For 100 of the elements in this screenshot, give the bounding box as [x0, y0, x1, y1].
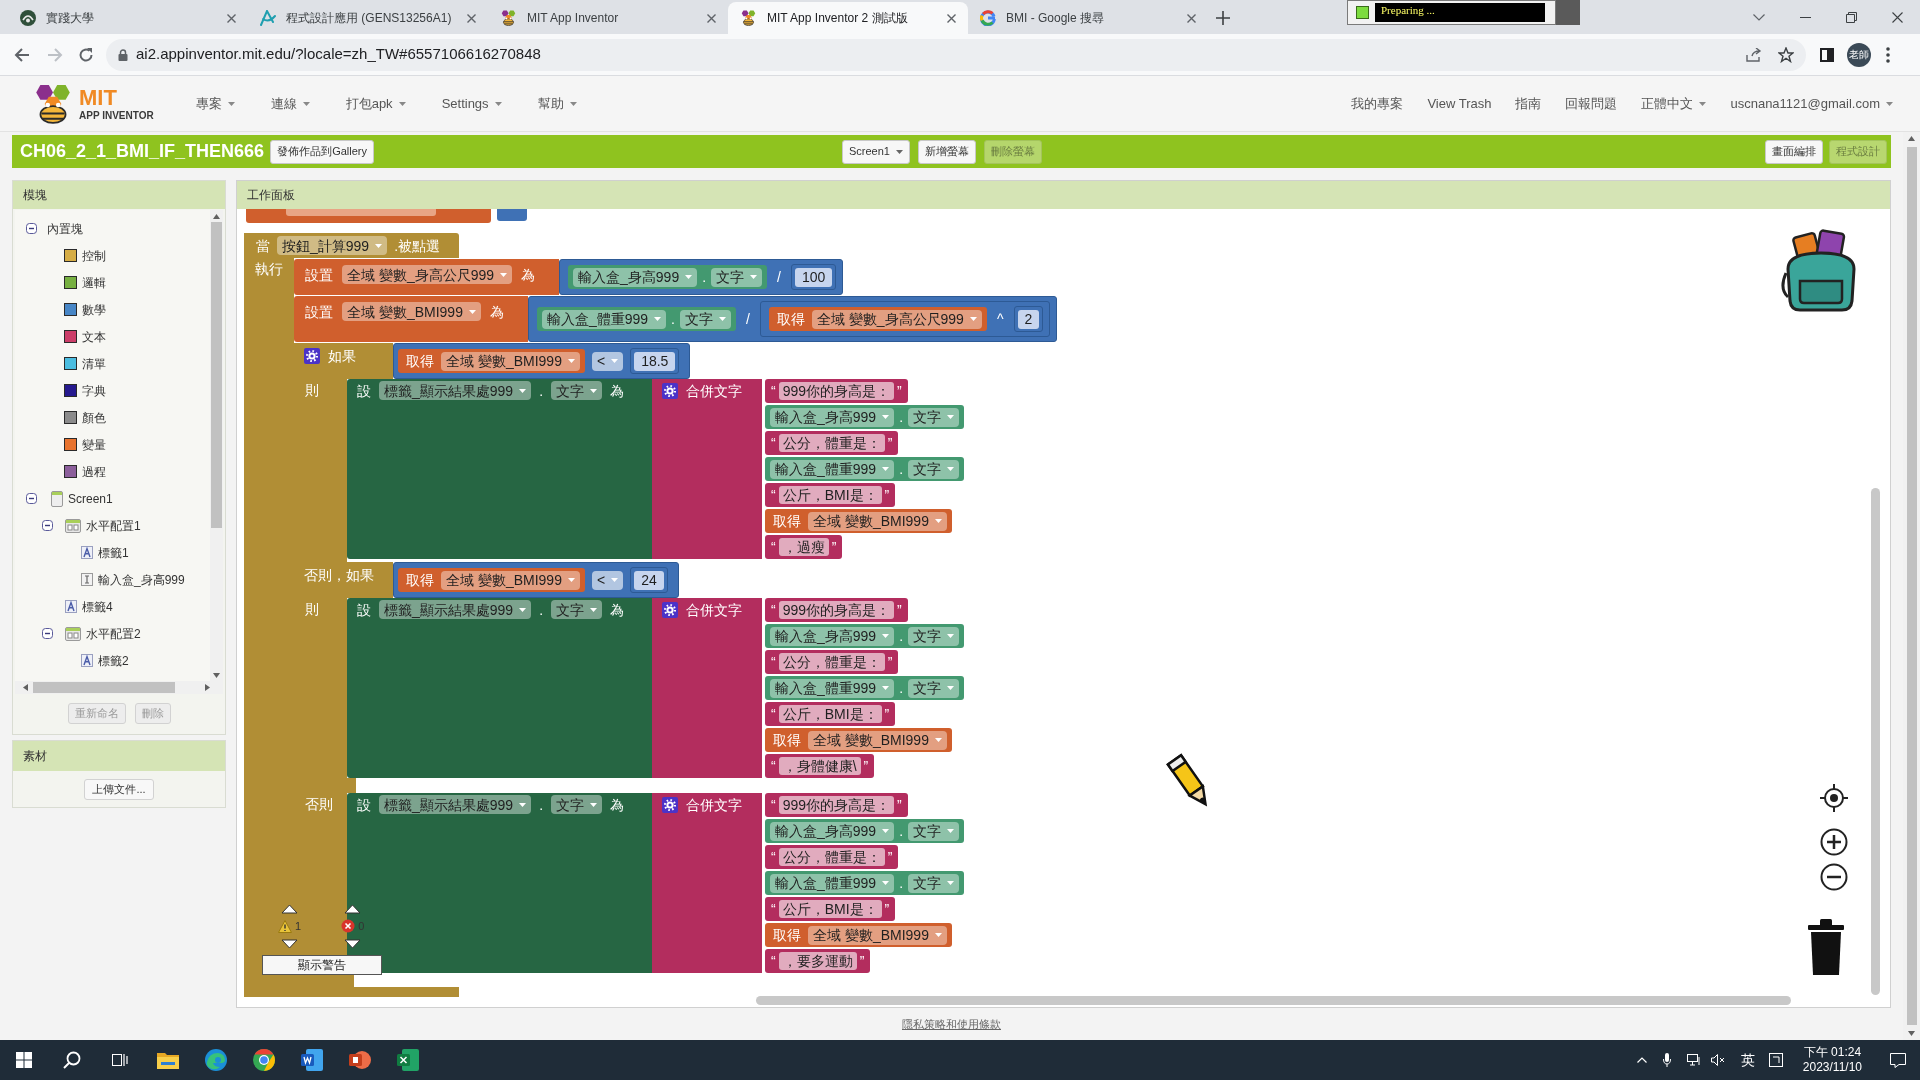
close-icon[interactable]: [467, 13, 476, 23]
collapse-icon[interactable]: [25, 493, 37, 504]
menu-button[interactable]: 幫助: [537, 93, 577, 114]
round-browser-icon[interactable]: [253, 1049, 275, 1071]
dropdown-field[interactable]: 文字: [908, 821, 960, 841]
text-field[interactable]: 公斤，BMI是：: [778, 486, 882, 504]
number-field[interactable]: 2: [1017, 309, 1040, 329]
menu-button[interactable]: 連線: [270, 93, 310, 114]
editor-toggle[interactable]: 畫面編排: [1765, 139, 1823, 164]
search-icon[interactable]: [63, 1051, 81, 1069]
scroll-down-icon[interactable]: [213, 673, 220, 678]
dropdown-field[interactable]: 輸入盒_身高999: [770, 821, 895, 841]
screen-dropdown[interactable]: Screen1: [841, 139, 910, 164]
menu-button[interactable]: 打包apk: [345, 93, 406, 114]
zoom-in-icon[interactable]: [1820, 828, 1848, 856]
spreadsheet-app-icon[interactable]: [397, 1049, 419, 1071]
notification-icon[interactable]: [1890, 1052, 1906, 1068]
text-field[interactable]: ，過瘦: [778, 538, 829, 556]
dropdown-field[interactable]: 文字: [551, 600, 603, 619]
menu-button[interactable]: 專案: [195, 93, 235, 114]
dropdown-field[interactable]: 輸入盒_身高999: [573, 267, 698, 287]
scrollbar-thumb[interactable]: [33, 682, 175, 693]
tree-item[interactable]: 變量: [82, 435, 106, 454]
scrollbar-track[interactable]: [210, 210, 223, 681]
target-icon[interactable]: [1820, 784, 1848, 812]
dropdown-field[interactable]: 文字: [711, 267, 763, 287]
dropdown-field[interactable]: 文字: [551, 381, 603, 400]
dropdown-field[interactable]: 全域 變數_BMI999: [441, 570, 580, 590]
text-field[interactable]: 999你的身高是：: [778, 796, 895, 814]
dropdown-field[interactable]: 文字: [908, 873, 960, 893]
scrollbar-thumb[interactable]: [1906, 147, 1917, 1025]
scrollbar-track[interactable]: [1903, 132, 1920, 1040]
dropdown-field[interactable]: 全域 變數_BMI999: [808, 511, 947, 531]
number-field[interactable]: 100: [795, 267, 833, 287]
side-panel-icon[interactable]: [1820, 47, 1834, 62]
text-field[interactable]: 公斤，BMI是：: [778, 900, 882, 918]
show-warnings-button[interactable]: 顯示警告: [262, 954, 382, 975]
tree-item[interactable]: 標籤1: [98, 543, 129, 562]
gear-icon[interactable]: [662, 383, 678, 399]
network-icon[interactable]: [1686, 1054, 1701, 1066]
tree-item[interactable]: 顏色: [82, 408, 106, 427]
trash-icon[interactable]: [1808, 919, 1844, 975]
tree-item[interactable]: 標籤4: [82, 597, 113, 616]
dropdown-field[interactable]: 標籤_顯示結果處999: [379, 381, 532, 400]
text-field[interactable]: 公斤，BMI是：: [778, 705, 882, 723]
scroll-up-icon[interactable]: [1908, 136, 1915, 141]
collapse-icon[interactable]: [25, 223, 37, 234]
previous-arrow-icon[interactable]: [281, 904, 299, 914]
tree-item[interactable]: 水平配置2: [86, 624, 141, 643]
text-field[interactable]: 公分，體重是：: [778, 653, 885, 671]
dropdown-field[interactable]: 輸入盒_身高999: [770, 626, 895, 646]
close-icon[interactable]: [1891, 11, 1903, 23]
tree-item[interactable]: 文本: [82, 327, 106, 346]
header-link[interactable]: uscnana1121@gmail.com: [1730, 93, 1893, 114]
start-icon[interactable]: [16, 1052, 32, 1068]
dropdown-field[interactable]: 標籤_顯示結果處999: [379, 795, 532, 814]
close-icon[interactable]: [947, 13, 956, 23]
keyboard-mode-icon[interactable]: [1768, 1053, 1783, 1067]
dropdown-field[interactable]: 文字: [908, 678, 960, 698]
close-icon[interactable]: [227, 13, 236, 23]
text-field[interactable]: ，要多運動: [778, 952, 857, 970]
dropdown-field[interactable]: 全域 變數_BMI999: [342, 302, 481, 321]
text-field[interactable]: 999你的身高是：: [778, 382, 895, 400]
dropdown-field[interactable]: 文字: [551, 795, 603, 814]
dropdown-field[interactable]: 全域 變數_身高公尺999: [811, 309, 982, 329]
browser-tab[interactable]: BMI - Google 搜尋: [968, 2, 1208, 34]
number-field[interactable]: 18.5: [634, 351, 676, 371]
screen-button[interactable]: 新增螢幕: [917, 139, 976, 164]
chevron-down-icon[interactable]: [1753, 13, 1765, 21]
tree-item[interactable]: 字典: [82, 381, 106, 400]
swirl-browser-icon[interactable]: [205, 1049, 227, 1071]
dropdown-field[interactable]: <: [591, 351, 624, 371]
more-icon[interactable]: [1886, 46, 1890, 63]
header-link[interactable]: 指南: [1515, 93, 1542, 114]
scroll-right-icon[interactable]: [205, 684, 210, 691]
dropdown-field[interactable]: 全域 變數_身高公尺999: [342, 265, 513, 284]
chevron-up-icon[interactable]: [1636, 1057, 1647, 1063]
text-field[interactable]: 公分，體重是：: [778, 848, 885, 866]
tree-item[interactable]: 水平配置1: [86, 516, 141, 535]
mute-icon[interactable]: [1710, 1054, 1725, 1066]
restore-icon[interactable]: [1845, 11, 1857, 23]
collapse-icon[interactable]: [41, 520, 53, 531]
dropdown-field[interactable]: 標籤_顯示結果處999: [379, 600, 532, 619]
collapse-icon[interactable]: [41, 628, 53, 639]
scrollbar-thumb[interactable]: [1871, 488, 1880, 995]
dropdown-field[interactable]: 按鈕_計算999: [277, 236, 388, 255]
scroll-down-icon[interactable]: [1908, 1031, 1915, 1036]
dropdown-field[interactable]: 全域 變數_BMI999: [441, 351, 580, 371]
dropdown-field[interactable]: 文字: [680, 309, 731, 329]
tree-item[interactable]: 控制: [82, 246, 106, 265]
address-field[interactable]: ai2.appinventor.mit.edu/?locale=zh_TW#6557106616270848: [106, 38, 1806, 71]
text-field[interactable]: 999你的身高是：: [778, 601, 895, 619]
dropdown-field[interactable]: 文字: [908, 407, 960, 427]
browser-tab[interactable]: MIT App Inventor: [488, 2, 728, 34]
tree-item[interactable]: 標籤2: [98, 651, 129, 670]
number-field[interactable]: 24: [634, 570, 664, 590]
star-icon[interactable]: [1778, 46, 1794, 63]
clock-time[interactable]: 下午 01:24: [1803, 1045, 1862, 1060]
privacy-link[interactable]: 隱私策略和使用條款: [902, 1015, 1001, 1033]
tree-item[interactable]: Screen1: [68, 489, 113, 508]
